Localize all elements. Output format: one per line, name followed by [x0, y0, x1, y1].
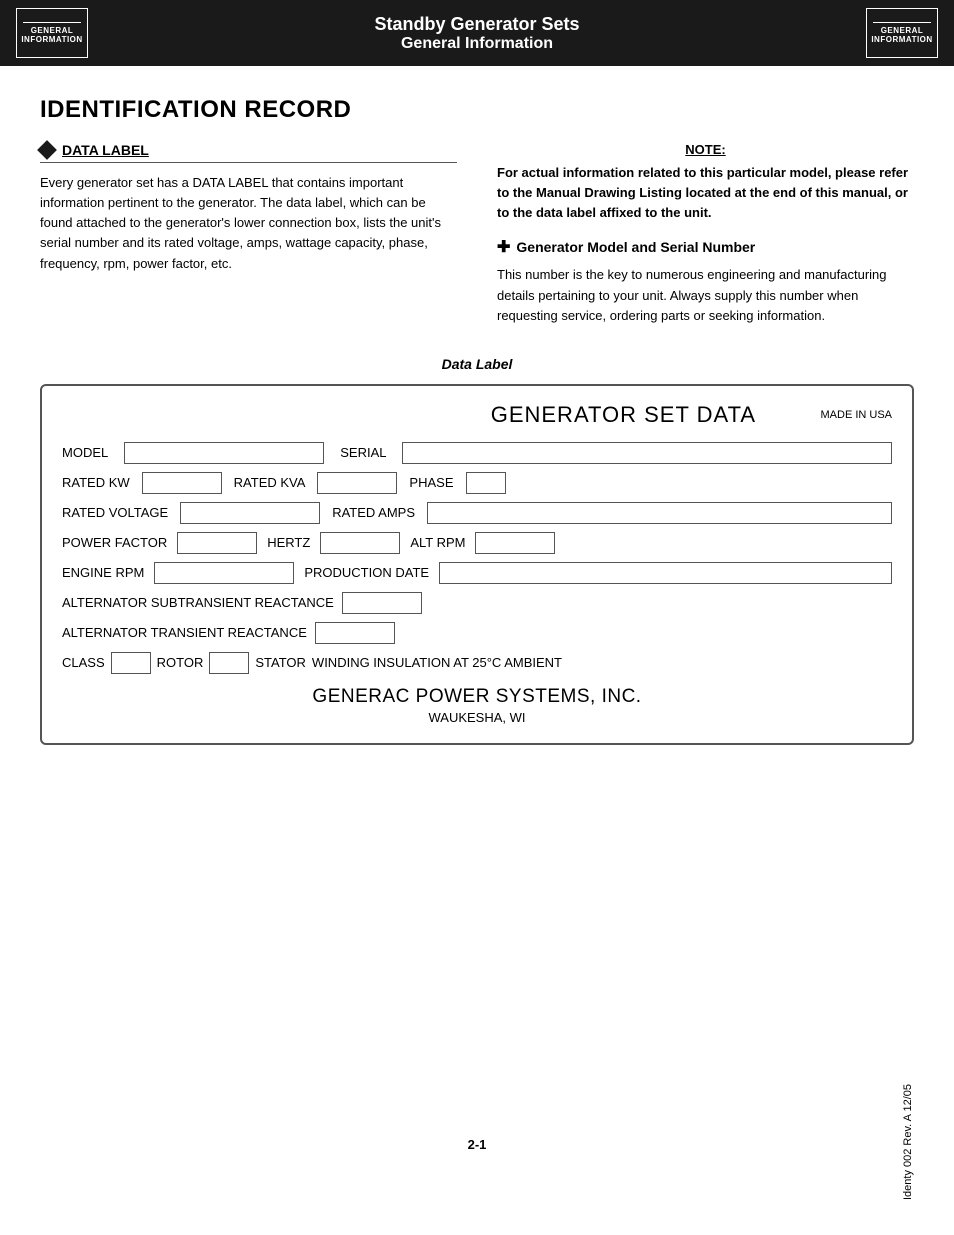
rotor-label: ROTOR	[157, 655, 204, 670]
model-input[interactable]	[124, 442, 324, 464]
header-logo-right: GENERAL INFORMATION	[866, 8, 938, 58]
rated-kw-label: RATED KW	[62, 475, 130, 490]
stator-label: STATOR	[255, 655, 306, 670]
rated-voltage-label: RATED VOLTAGE	[62, 505, 168, 520]
production-date-input[interactable]	[439, 562, 892, 584]
class-label: CLASS	[62, 655, 105, 670]
serial-input[interactable]	[402, 442, 892, 464]
right-column: NOTE: For actual information related to …	[497, 142, 914, 326]
generator-model-text: This number is the key to numerous engin…	[497, 265, 914, 325]
company-name: GENERAC POWER SYSTEMS, INC.	[62, 686, 892, 708]
data-label-heading-container: DATA LABEL	[40, 142, 457, 163]
rotor-input[interactable]	[209, 652, 249, 674]
doc-reference: Identy 002 Rev. A 12/05	[902, 1084, 914, 1200]
alt-subtransient-row: ALTERNATOR SUBTRANSIENT REACTANCE	[62, 592, 892, 614]
header-title: Standby Generator Sets General Informati…	[374, 14, 579, 53]
hertz-label: HERTZ	[267, 535, 310, 550]
rated-amps-input[interactable]	[427, 502, 892, 524]
alt-transient-row: ALTERNATOR TRANSIENT REACTANCE	[62, 622, 892, 644]
note-label: NOTE:	[497, 142, 914, 157]
page-header: GENERAL INFORMATION Standby Generator Se…	[0, 0, 954, 66]
serial-label: SERIAL	[340, 445, 386, 460]
pf-hertz-row: POWER FACTOR HERTZ ALT RPM	[62, 532, 892, 554]
winding-label: WINDING INSULATION AT 25°C AMBIENT	[312, 655, 562, 670]
power-factor-input[interactable]	[177, 532, 257, 554]
company-footer: GENERAC POWER SYSTEMS, INC. WAUKESHA, WI	[62, 686, 892, 725]
phase-label: PHASE	[409, 475, 453, 490]
main-content: IDENTIFICATION RECORD DATA LABEL Every g…	[0, 66, 954, 795]
cross-icon: ✚	[497, 237, 510, 257]
rated-amps-label: RATED AMPS	[332, 505, 415, 520]
alt-transient-input[interactable]	[315, 622, 395, 644]
alt-rpm-input[interactable]	[475, 532, 555, 554]
engine-rpm-label: ENGINE RPM	[62, 565, 144, 580]
diamond-icon	[37, 140, 57, 160]
company-location: WAUKESHA, WI	[62, 710, 892, 725]
generator-model-heading: Generator Model and Serial Number	[516, 239, 755, 255]
alt-transient-label: ALTERNATOR TRANSIENT REACTANCE	[62, 625, 307, 640]
page-title: IDENTIFICATION RECORD	[40, 96, 914, 124]
model-label: MODEL	[62, 445, 108, 460]
gen-data-header: GENERATOR SET DATA MADE IN USA	[62, 402, 892, 428]
gen-data-title: GENERATOR SET DATA	[436, 402, 810, 428]
production-date-label: PRODUCTION DATE	[304, 565, 429, 580]
data-label-caption: Data Label	[40, 356, 914, 372]
rated-kva-input[interactable]	[317, 472, 397, 494]
class-row: CLASS ROTOR STATOR WINDING INSULATION AT…	[62, 652, 892, 674]
rated-row: RATED KW RATED KVA PHASE	[62, 472, 892, 494]
page-footer: 2-1 Identy 002 Rev. A 12/05	[0, 1074, 954, 1215]
data-label-heading: DATA LABEL	[62, 142, 149, 158]
rated-kva-label: RATED KVA	[234, 475, 306, 490]
alt-subtransient-input[interactable]	[342, 592, 422, 614]
engine-rpm-input[interactable]	[154, 562, 294, 584]
alt-subtransient-label: ALTERNATOR SUBTRANSIENT REACTANCE	[62, 595, 334, 610]
sub-heading-container: ✚ Generator Model and Serial Number	[497, 237, 914, 257]
model-serial-row: MODEL SERIAL	[62, 442, 892, 464]
rated-kw-input[interactable]	[142, 472, 222, 494]
note-text: For actual information related to this p…	[497, 163, 914, 223]
rated-voltage-input[interactable]	[180, 502, 320, 524]
left-column: DATA LABEL Every generator set has a DAT…	[40, 142, 457, 326]
data-label-text: Every generator set has a DATA LABEL tha…	[40, 173, 457, 274]
generator-set-data-box: GENERATOR SET DATA MADE IN USA MODEL SER…	[40, 384, 914, 745]
power-factor-label: POWER FACTOR	[62, 535, 167, 550]
page-number: 2-1	[468, 1137, 487, 1152]
phase-input[interactable]	[466, 472, 506, 494]
class-input[interactable]	[111, 652, 151, 674]
voltage-row: RATED VOLTAGE RATED AMPS	[62, 502, 892, 524]
engine-rpm-row: ENGINE RPM PRODUCTION DATE	[62, 562, 892, 584]
made-in-usa: MADE IN USA	[821, 409, 893, 421]
header-logo-left: GENERAL INFORMATION	[16, 8, 88, 58]
hertz-input[interactable]	[320, 532, 400, 554]
alt-rpm-label: ALT RPM	[410, 535, 465, 550]
two-column-section: DATA LABEL Every generator set has a DAT…	[40, 142, 914, 326]
